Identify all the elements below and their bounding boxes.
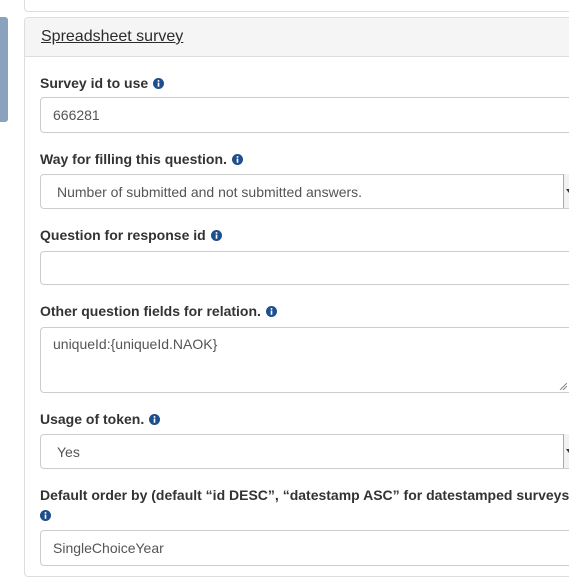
chevron-down-icon[interactable] [563, 434, 569, 468]
info-icon[interactable] [153, 78, 165, 89]
default-order-value: SingleChoiceYear [53, 540, 164, 556]
info-icon[interactable] [40, 510, 51, 521]
token-usage-selected: Yes [57, 443, 80, 460]
info-icon[interactable] [210, 230, 222, 241]
filling-way-label-text: Way for filling this question. [40, 151, 227, 167]
info-icon[interactable] [265, 306, 277, 317]
token-usage-label-text: Usage of token. [40, 411, 145, 427]
info-icon[interactable] [149, 414, 161, 425]
survey-id-value: 666281 [53, 107, 100, 123]
default-order-input[interactable]: SingleChoiceYear [40, 530, 569, 566]
info-icon[interactable] [231, 154, 243, 165]
other-fields-label: Other question fields for relation. [40, 303, 277, 319]
default-order-label: Default order by (default “id DESC”, “da… [40, 487, 569, 503]
sidebar-collapse-tab[interactable] [0, 17, 8, 122]
panel-heading[interactable]: Spreadsheet survey [25, 18, 569, 57]
other-fields-label-text: Other question fields for relation. [40, 303, 261, 319]
survey-id-input[interactable]: 666281 [40, 97, 569, 133]
survey-id-label-text: Survey id to use [40, 75, 149, 91]
resize-grip-icon[interactable] [559, 382, 567, 390]
filling-way-select[interactable]: Number of submitted and not submitted an… [40, 174, 569, 209]
filling-way-selected: Number of submitted and not submitted an… [57, 183, 363, 200]
token-usage-select[interactable]: Yes [40, 434, 569, 469]
filling-way-label: Way for filling this question. [40, 151, 243, 167]
other-fields-textarea[interactable]: uniqueId:{uniqueId.NAOK} [40, 327, 569, 393]
previous-panel-edge [24, 0, 569, 12]
other-fields-value: uniqueId:{uniqueId.NAOK} [53, 336, 218, 352]
chevron-down-icon[interactable] [563, 174, 569, 208]
survey-id-label: Survey id to use [40, 75, 165, 91]
default-order-info [40, 507, 51, 523]
response-question-input[interactable] [40, 251, 569, 285]
default-order-label-text: Default order by (default “id DESC”, “da… [40, 487, 569, 503]
panel-title[interactable]: Spreadsheet survey [41, 28, 183, 46]
response-question-label-text: Question for response id [40, 227, 206, 243]
response-question-label: Question for response id [40, 227, 222, 243]
token-usage-label: Usage of token. [40, 411, 161, 427]
